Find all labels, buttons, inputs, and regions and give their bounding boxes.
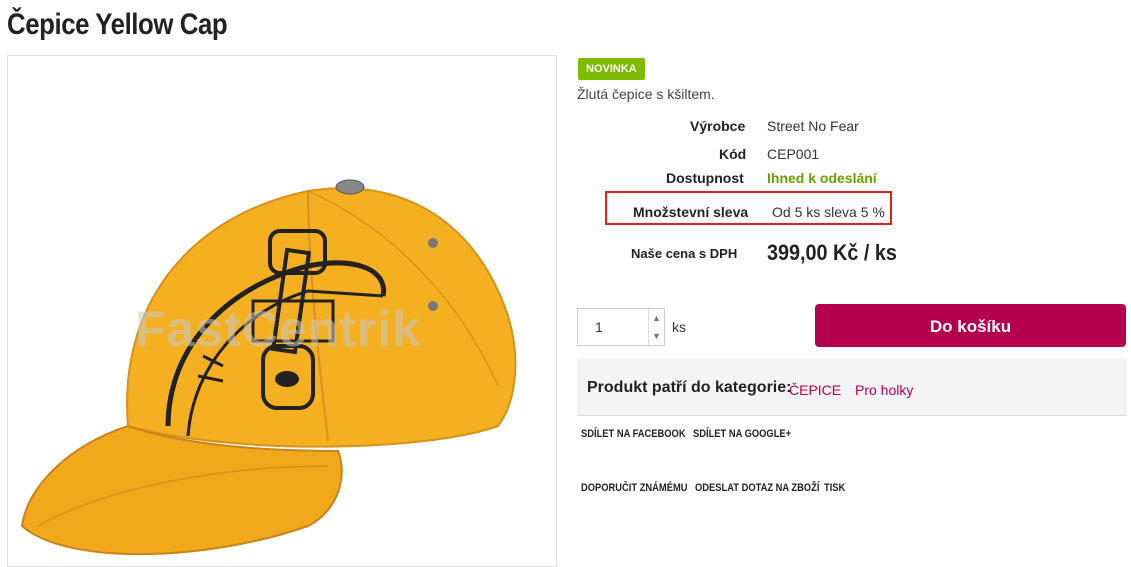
add-to-cart-button[interactable]: Do košíku [815, 304, 1126, 347]
new-badge: NOVINKA [578, 58, 645, 80]
quantity-unit: ks [672, 319, 686, 335]
category-bar: Produkt patří do kategorie: ČEPICE Pro h… [577, 358, 1127, 416]
image-watermark: FastCentrik [135, 301, 422, 357]
availability-label: Dostupnost [666, 170, 744, 186]
ask-question-link[interactable]: ODESLAT DOTAZ NA ZBOŽÍ [695, 482, 819, 494]
category-link-pro-holky[interactable]: Pro holky [855, 382, 913, 398]
availability-value: Ihned k odeslání [767, 170, 877, 186]
manufacturer-label: Výrobce [690, 118, 746, 134]
recommend-link[interactable]: DOPORUČIT ZNÁMÉMU [581, 482, 687, 494]
code-label: Kód [719, 146, 747, 162]
price-label: Naše cena s DPH [631, 246, 738, 261]
product-image[interactable]: FastCentrik [7, 55, 557, 567]
print-link[interactable]: TISK [824, 482, 845, 494]
product-title: Čepice Yellow Cap [7, 8, 228, 41]
quantity-arrows[interactable]: ▲ ▼ [648, 309, 664, 345]
share-google-link[interactable]: SDÍLET NA GOOGLE+ [693, 428, 791, 440]
discount-value: Od 5 ks sleva 5 % [772, 204, 885, 220]
code-value: CEP001 [767, 146, 820, 162]
category-label: Produkt patří do kategorie: [587, 379, 792, 396]
price-value: 399,00 Kč / ks [767, 240, 897, 265]
arrow-down-icon[interactable]: ▼ [652, 331, 661, 341]
quantity-stepper[interactable]: ▲ ▼ [577, 308, 665, 346]
category-link-cepice[interactable]: ČEPICE [789, 382, 841, 398]
manufacturer-value: Street No Fear [767, 118, 859, 134]
short-description: Žlutá čepice s kšiltem. [577, 86, 715, 102]
arrow-up-icon[interactable]: ▲ [652, 313, 661, 323]
quantity-input[interactable] [578, 309, 650, 345]
share-facebook-link[interactable]: SDÍLET NA FACEBOOK [581, 428, 686, 440]
discount-label: Množstevní sleva [633, 204, 749, 220]
